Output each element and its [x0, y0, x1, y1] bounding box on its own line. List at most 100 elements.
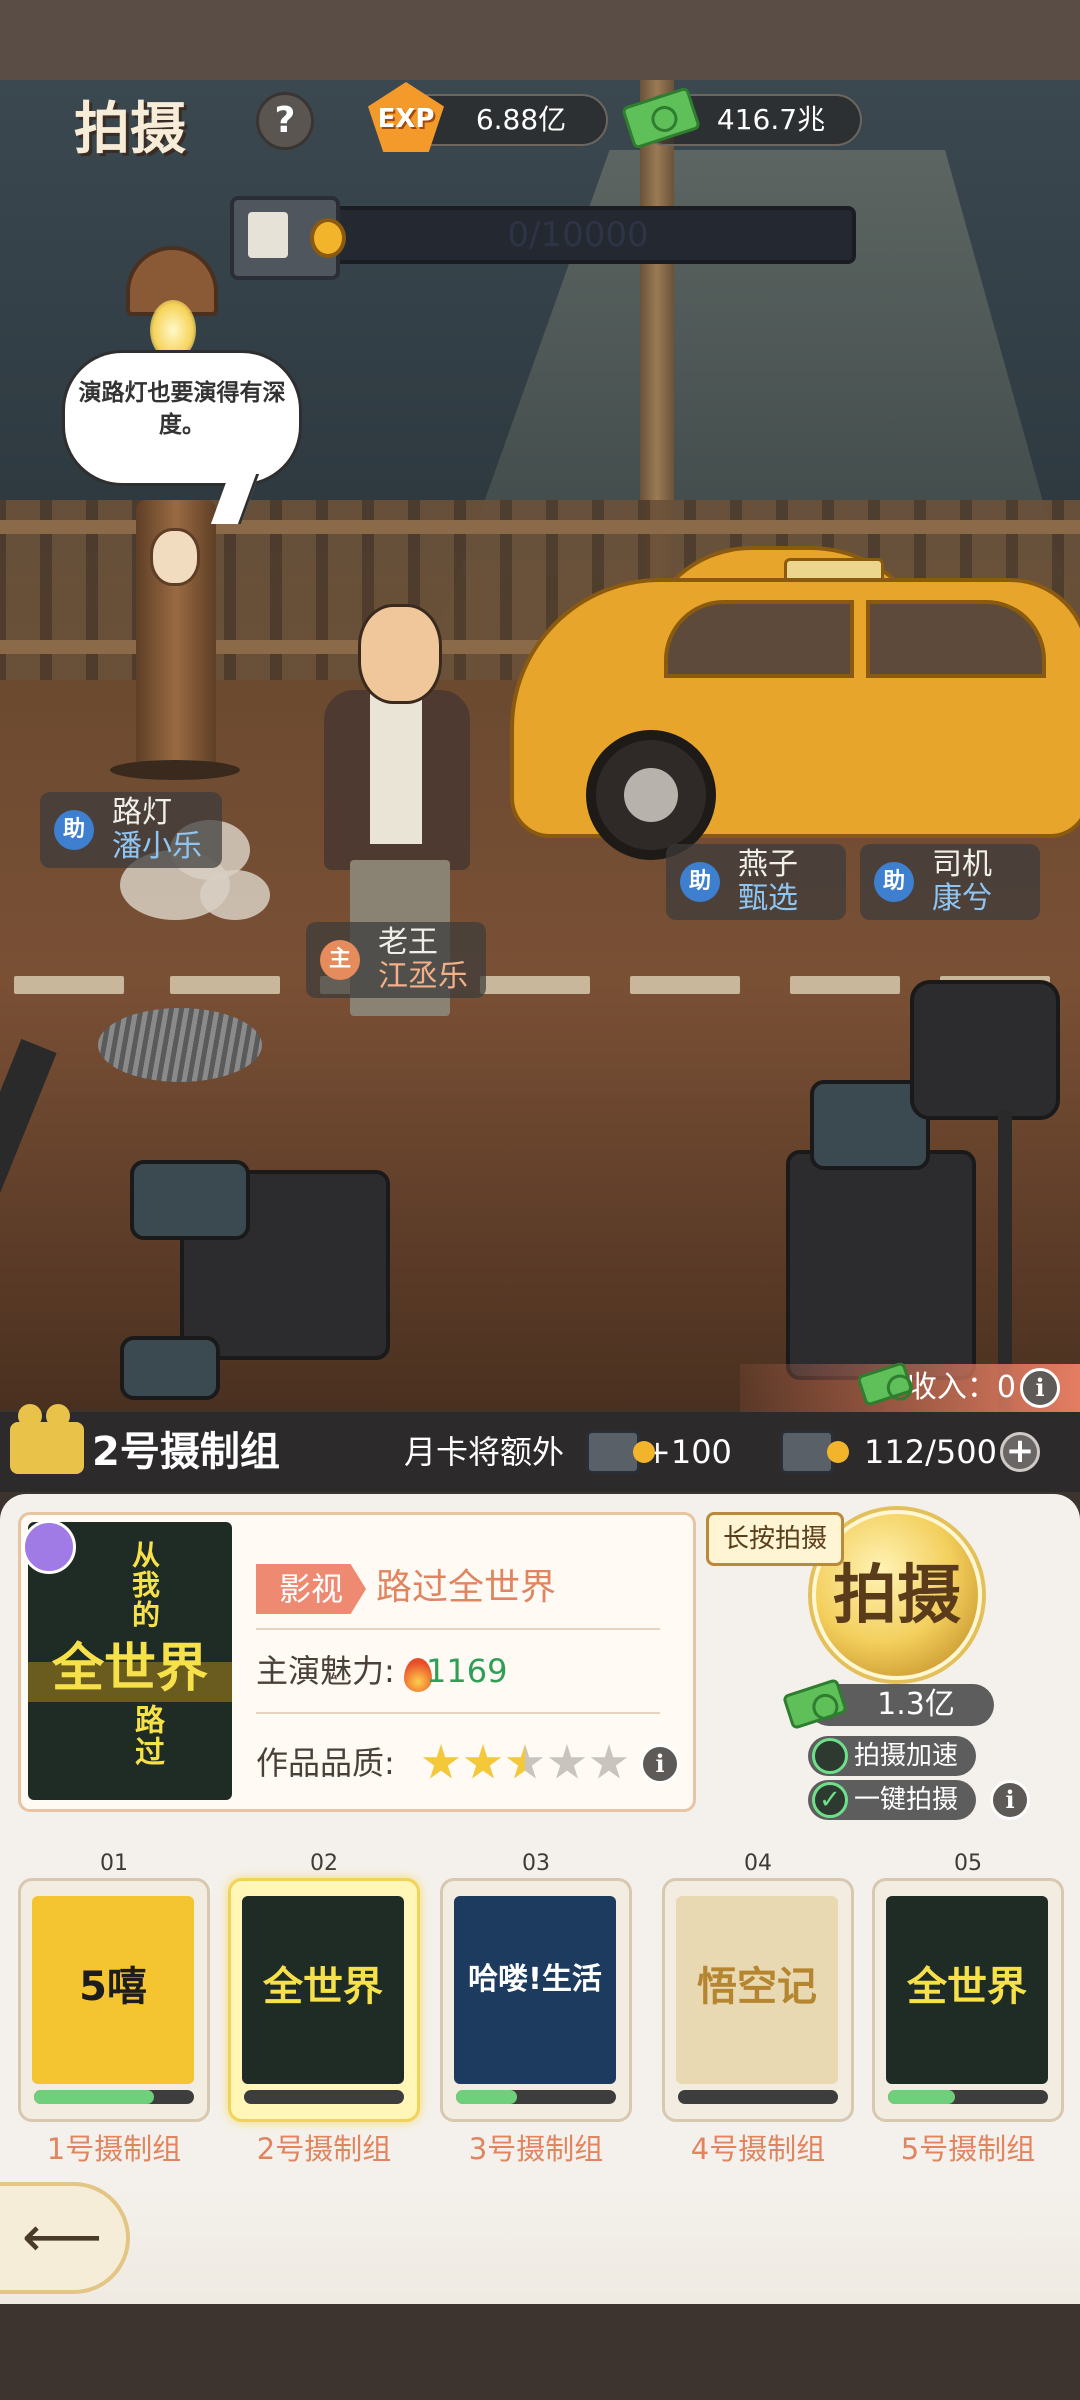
smoke-puff [200, 870, 270, 920]
exp-value: 6.88亿 [475, 103, 567, 136]
crew-progress-fill [456, 2090, 517, 2104]
road-stripe [630, 976, 740, 994]
shoot-info-icon[interactable]: i [990, 1780, 1030, 1820]
speed-up-checkbox[interactable] [812, 1738, 848, 1774]
crew-progress-bar [456, 2090, 616, 2104]
poster-title: 全世界 [51, 1639, 208, 1699]
role-name: 燕子 [738, 847, 798, 882]
road-stripe [170, 976, 280, 994]
poster-title: 哈喽!生活 [468, 1962, 602, 1997]
tab-number: 01 [100, 1851, 128, 1876]
lead-badge: 主 [320, 940, 360, 980]
lamp-base [110, 760, 240, 780]
one-click-shoot-label: 一键拍摄 [854, 1785, 959, 1815]
actor-name: 江丞乐 [378, 959, 468, 994]
tab-number: 04 [744, 1851, 772, 1876]
film-camera-icon [786, 1150, 976, 1380]
nametag-driver[interactable]: 助 司机 康兮 [860, 844, 1040, 920]
boom-mic-icon [98, 1008, 262, 1082]
poster-line2: 路过 [129, 1704, 164, 1768]
monthly-card-bonus[interactable]: 月卡将额外 +100 [404, 1420, 732, 1484]
nametag-lamp[interactable]: 助 路灯 潘小乐 [40, 792, 222, 868]
film-title: 路过全世界 [376, 1567, 557, 1608]
poster-title: 全世界 [907, 1964, 1027, 2010]
crew-tab-label: 2号摄制组 [256, 2132, 392, 2166]
monthly-label: 月卡将额外 [404, 1433, 565, 1471]
speed-up-label: 拍摄加速 [854, 1741, 959, 1771]
poster-line1: 从我的 [128, 1540, 161, 1630]
assistant-badge: 助 [874, 862, 914, 902]
actor-name: 潘小乐 [112, 829, 202, 864]
crew-tab-label: 5号摄制组 [900, 2132, 1036, 2166]
cash-value: 416.7兆 [716, 103, 826, 136]
taxi-window [866, 600, 1046, 678]
nametag-yanzi[interactable]: 助 燕子 甄选 [666, 844, 846, 920]
actor-name: 甄选 [738, 881, 798, 916]
actor-name: 康兮 [932, 881, 992, 916]
crew-progress-fill [34, 2090, 154, 2104]
shoot-progress-bar: 0/10000 [300, 206, 856, 264]
quality-label: 作品品质: [256, 1744, 395, 1782]
camera-monitor [130, 1160, 250, 1240]
actor-head [358, 604, 442, 704]
hold-to-shoot-tag: 长按拍摄 [706, 1512, 844, 1566]
capacity-counter: 112/500 [864, 1433, 997, 1471]
add-capacity-button[interactable]: + [1000, 1432, 1040, 1472]
projector-icon [586, 1430, 655, 1474]
income-text: 收入：0 [906, 1370, 1016, 1405]
help-button[interactable]: ? [256, 92, 314, 150]
top-frame [0, 0, 1080, 80]
role-name: 路灯 [112, 795, 172, 830]
progress-text: 0/10000 [507, 215, 649, 255]
assistant-badge: 助 [54, 810, 94, 850]
crew-tab-label: 1号摄制组 [46, 2132, 182, 2166]
crew-poster: 悟空记 [676, 1896, 838, 2084]
tab-number: 02 [310, 1851, 338, 1876]
poster-title: 悟空记 [697, 1964, 817, 2010]
monthly-bonus-value: +100 [644, 1433, 732, 1471]
crew-poster: 5嘻 [32, 1896, 194, 2084]
assistant-badge: 助 [680, 862, 720, 902]
crew-tab-label: 4号摄制组 [690, 2132, 826, 2166]
speech-bubble: 演路灯也要演得有深度。 [62, 350, 302, 486]
group-title: 2号摄制组 [92, 1429, 280, 1475]
road-stripe [480, 976, 590, 994]
crew-progress-bar [34, 2090, 194, 2104]
actor-shirt [370, 694, 422, 844]
taxi-wheel [586, 730, 716, 860]
poster-title: 全世界 [263, 1964, 383, 2010]
road-stripe [14, 976, 124, 994]
bottom-frame [0, 2304, 1080, 2400]
road-stripe [790, 976, 900, 994]
income-info-icon[interactable]: i [1020, 1368, 1060, 1408]
crew-progress-bar [244, 2090, 404, 2104]
crew-tab-label: 3号摄制组 [468, 2132, 604, 2166]
tab-number: 05 [954, 1851, 982, 1876]
taxi-window [664, 600, 854, 678]
page-title: 拍摄 [74, 97, 186, 162]
camera-monitor [120, 1336, 220, 1400]
crew-poster: 全世界 [886, 1896, 1048, 2084]
bottom-strip [0, 2180, 1080, 2304]
crew-progress-bar [888, 2090, 1048, 2104]
actor-face [150, 528, 200, 586]
shoot-button-label: 拍摄 [833, 1559, 961, 1633]
role-name: 司机 [932, 847, 992, 882]
poster-title: 5嘻 [79, 1964, 147, 2010]
genre-tag: 影视 [256, 1564, 366, 1614]
crew-progress-bar [678, 2090, 838, 2104]
tab-number: 03 [522, 1851, 550, 1876]
crew-progress-fill [888, 2090, 956, 2104]
divider [256, 1712, 660, 1714]
projector-icon [780, 1430, 849, 1474]
nametag-laowang[interactable]: 主 老王 江丞乐 [306, 922, 486, 998]
one-click-shoot-checkbox[interactable]: ✓ [812, 1782, 848, 1818]
heels-icon [22, 1520, 76, 1574]
crew-poster: 全世界 [242, 1896, 404, 2084]
charm-label: 主演魅力: [256, 1652, 395, 1690]
back-arrow-icon: ⟵ [22, 2205, 103, 2270]
quality-info-icon[interactable]: i [640, 1744, 680, 1784]
charm-value: 1169 [426, 1652, 508, 1690]
film-crew-icon [10, 1404, 84, 1474]
role-name: 老王 [378, 925, 438, 960]
